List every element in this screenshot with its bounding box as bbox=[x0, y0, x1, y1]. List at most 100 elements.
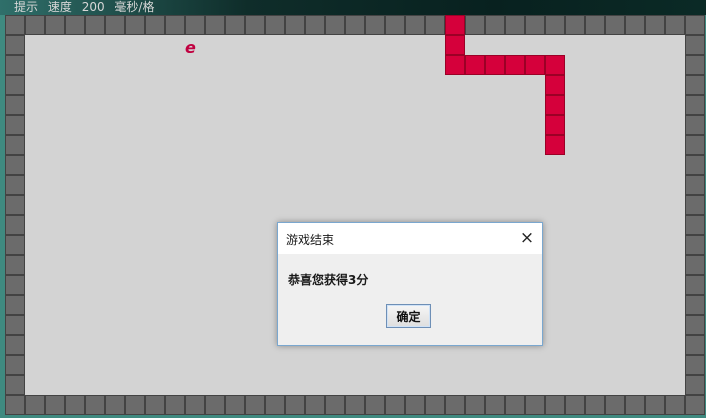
status-text: 提示 速度 200 毫秒/格 bbox=[14, 0, 160, 15]
status-bar: 提示 速度 200 毫秒/格 bbox=[0, 0, 706, 15]
wall-cell bbox=[5, 35, 25, 55]
wall-cell bbox=[565, 395, 585, 415]
hint-label: 提示 bbox=[14, 0, 39, 14]
wall-cell bbox=[685, 275, 705, 295]
ok-button[interactable]: 确定 bbox=[386, 304, 431, 328]
wall-cell bbox=[685, 175, 705, 195]
wall-cell bbox=[345, 395, 365, 415]
wall-cell bbox=[605, 15, 625, 35]
wall-cell bbox=[685, 335, 705, 355]
wall-cell bbox=[425, 395, 445, 415]
wall-cell bbox=[165, 395, 185, 415]
wall-cell bbox=[25, 395, 45, 415]
wall-cell bbox=[325, 15, 345, 35]
speed-value: 200 bbox=[81, 0, 105, 14]
snake-segment bbox=[485, 55, 505, 75]
speed-unit: 毫秒/格 bbox=[114, 0, 155, 14]
wall-cell bbox=[685, 255, 705, 275]
wall-cell bbox=[145, 15, 165, 35]
wall-cell bbox=[225, 395, 245, 415]
snake-segment bbox=[505, 55, 525, 75]
wall-cell bbox=[625, 395, 645, 415]
wall-cell bbox=[585, 15, 605, 35]
snake-segment bbox=[525, 55, 545, 75]
wall-cell bbox=[645, 15, 665, 35]
wall-cell bbox=[85, 395, 105, 415]
wall-cell bbox=[285, 15, 305, 35]
wall-cell bbox=[125, 15, 145, 35]
wall-cell bbox=[665, 395, 685, 415]
wall-cell bbox=[685, 95, 705, 115]
wall-cell bbox=[685, 315, 705, 335]
wall-cell bbox=[525, 395, 545, 415]
wall-cell bbox=[345, 15, 365, 35]
dialog-title: 游戏结束 bbox=[286, 233, 335, 247]
wall-cell bbox=[685, 355, 705, 375]
wall-cell bbox=[5, 335, 25, 355]
wall-cell bbox=[545, 395, 565, 415]
wall-cell bbox=[685, 295, 705, 315]
snake-segment bbox=[545, 115, 565, 135]
wall-cell bbox=[325, 395, 345, 415]
wall-cell bbox=[5, 195, 25, 215]
wall-cell bbox=[665, 15, 685, 35]
snake-segment bbox=[545, 75, 565, 95]
snake-segment bbox=[445, 55, 465, 75]
wall-cell bbox=[405, 15, 425, 35]
wall-cell bbox=[5, 95, 25, 115]
wall-cell bbox=[445, 395, 465, 415]
snake-segment bbox=[465, 55, 485, 75]
wall-cell bbox=[505, 395, 525, 415]
wall-cell bbox=[585, 395, 605, 415]
wall-cell bbox=[465, 15, 485, 35]
wall-cell bbox=[5, 255, 25, 275]
wall-cell bbox=[405, 395, 425, 415]
wall-cell bbox=[105, 395, 125, 415]
wall-cell bbox=[5, 135, 25, 155]
snake-segment bbox=[545, 95, 565, 115]
wall-cell bbox=[5, 355, 25, 375]
wall-cell bbox=[5, 15, 25, 35]
wall-cell bbox=[565, 15, 585, 35]
wall-cell bbox=[685, 15, 705, 35]
wall-cell bbox=[685, 75, 705, 95]
food-item: e bbox=[185, 38, 196, 57]
wall-cell bbox=[265, 395, 285, 415]
wall-cell bbox=[485, 395, 505, 415]
snake-segment bbox=[445, 35, 465, 55]
wall-cell bbox=[685, 215, 705, 235]
wall-cell bbox=[25, 15, 45, 35]
wall-cell bbox=[385, 15, 405, 35]
wall-cell bbox=[385, 395, 405, 415]
wall-cell bbox=[5, 235, 25, 255]
wall-cell bbox=[685, 155, 705, 175]
wall-cell bbox=[5, 175, 25, 195]
snake-segment bbox=[545, 135, 565, 155]
wall-cell bbox=[645, 395, 665, 415]
wall-cell bbox=[525, 15, 545, 35]
close-icon[interactable]: × bbox=[512, 223, 542, 254]
game-over-dialog: 游戏结束 × 恭喜您获得3分 确定 bbox=[277, 222, 543, 346]
wall-cell bbox=[5, 315, 25, 335]
wall-cell bbox=[685, 375, 705, 395]
wall-cell bbox=[5, 215, 25, 235]
wall-cell bbox=[5, 75, 25, 95]
wall-cell bbox=[5, 55, 25, 75]
wall-cell bbox=[685, 115, 705, 135]
wall-cell bbox=[165, 15, 185, 35]
wall-cell bbox=[185, 15, 205, 35]
wall-cell bbox=[685, 135, 705, 155]
wall-cell bbox=[685, 35, 705, 55]
wall-cell bbox=[365, 395, 385, 415]
wall-cell bbox=[305, 15, 325, 35]
wall-cell bbox=[625, 15, 645, 35]
snake-segment bbox=[445, 15, 465, 35]
dialog-header: 游戏结束 × bbox=[278, 223, 542, 254]
wall-cell bbox=[685, 395, 705, 415]
wall-cell bbox=[685, 235, 705, 255]
wall-cell bbox=[185, 395, 205, 415]
wall-cell bbox=[125, 395, 145, 415]
wall-cell bbox=[225, 15, 245, 35]
wall-cell bbox=[5, 115, 25, 135]
speed-label: 速度 bbox=[47, 0, 72, 14]
